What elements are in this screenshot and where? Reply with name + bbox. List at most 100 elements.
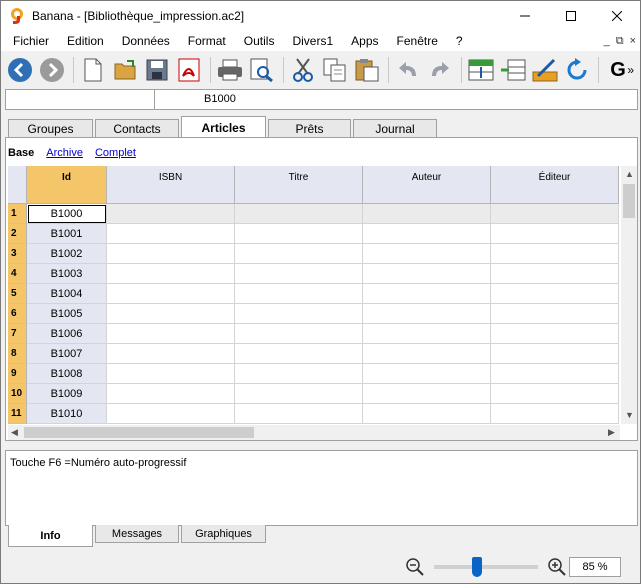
- cell-id[interactable]: B1007: [27, 344, 107, 364]
- scroll-right-icon[interactable]: ▶: [608, 427, 615, 438]
- zoom-in-icon[interactable]: [548, 558, 566, 576]
- cell-address-field[interactable]: [6, 90, 155, 109]
- open-button[interactable]: [110, 54, 140, 86]
- cell-isbn[interactable]: [107, 224, 235, 244]
- pdf-button[interactable]: [174, 54, 204, 86]
- view-base[interactable]: Base: [8, 147, 34, 159]
- cell-auteur[interactable]: [363, 264, 491, 284]
- cell-isbn[interactable]: [107, 244, 235, 264]
- cell-auteur[interactable]: [363, 204, 491, 224]
- column-header-auteur[interactable]: Auteur: [363, 166, 491, 204]
- cut-button[interactable]: [288, 54, 318, 86]
- cell-editeur[interactable]: [491, 404, 619, 424]
- tab-messages[interactable]: Messages: [95, 525, 179, 543]
- column-header-id[interactable]: Id: [27, 166, 107, 204]
- cell-content-field[interactable]: B1000: [204, 93, 236, 105]
- menu-donnees[interactable]: Données: [113, 31, 179, 51]
- tab-info[interactable]: Info: [8, 525, 93, 547]
- cell-titre[interactable]: [235, 224, 363, 244]
- cell-isbn[interactable]: [107, 284, 235, 304]
- cell-editeur[interactable]: [491, 344, 619, 364]
- column-header-editeur[interactable]: Éditeur: [491, 166, 619, 204]
- cell-auteur[interactable]: [363, 244, 491, 264]
- grid-corner[interactable]: [8, 166, 27, 204]
- cell-auteur[interactable]: [363, 324, 491, 344]
- cell-titre[interactable]: [235, 304, 363, 324]
- row-number[interactable]: 5: [8, 284, 27, 304]
- cell-isbn[interactable]: [107, 264, 235, 284]
- cell-titre[interactable]: [235, 384, 363, 404]
- cell-id[interactable]: B1008: [27, 364, 107, 384]
- menu-edition[interactable]: Edition: [58, 31, 113, 51]
- cell-editeur[interactable]: [491, 264, 619, 284]
- copy-button[interactable]: [320, 54, 350, 86]
- menu-outils[interactable]: Outils: [235, 31, 284, 51]
- cell-isbn[interactable]: [107, 344, 235, 364]
- edit-cell-button[interactable]: [530, 54, 560, 86]
- cell-titre[interactable]: [235, 324, 363, 344]
- minimize-button[interactable]: [502, 1, 548, 31]
- forward-button[interactable]: [37, 54, 67, 86]
- cell-titre[interactable]: [235, 244, 363, 264]
- horizontal-scroll-thumb[interactable]: [24, 427, 254, 438]
- tab-prets[interactable]: Prêts: [268, 119, 351, 138]
- cell-auteur[interactable]: [363, 344, 491, 364]
- menu-divers1[interactable]: Divers1: [283, 31, 342, 51]
- cell-titre[interactable]: [235, 204, 363, 224]
- row-number[interactable]: 6: [8, 304, 27, 324]
- cell-titre[interactable]: [235, 404, 363, 424]
- refresh-button[interactable]: [562, 54, 592, 86]
- cell-auteur[interactable]: [363, 304, 491, 324]
- back-button[interactable]: [5, 54, 35, 86]
- cell-auteur[interactable]: [363, 224, 491, 244]
- toolbar-overflow-button[interactable]: »: [627, 63, 634, 77]
- cell-titre[interactable]: [235, 364, 363, 384]
- cell-id[interactable]: B1001: [27, 224, 107, 244]
- zoom-value-field[interactable]: 85 %: [569, 557, 621, 577]
- cell-isbn[interactable]: [107, 324, 235, 344]
- cell-id[interactable]: B1009: [27, 384, 107, 404]
- view-archive[interactable]: Archive: [46, 147, 83, 159]
- mdi-minimize-button[interactable]: _: [604, 35, 610, 47]
- mdi-close-button[interactable]: ×: [630, 35, 636, 47]
- cell-editeur[interactable]: [491, 204, 619, 224]
- zoom-out-icon[interactable]: [406, 558, 424, 576]
- insert-rows-button[interactable]: [466, 54, 496, 86]
- tab-articles[interactable]: Articles: [181, 116, 266, 138]
- zoom-slider[interactable]: [434, 557, 538, 577]
- cell-id[interactable]: B1000: [27, 204, 107, 224]
- cell-auteur[interactable]: [363, 384, 491, 404]
- scroll-down-icon[interactable]: ▼: [625, 410, 634, 420]
- cell-id[interactable]: B1002: [27, 244, 107, 264]
- mdi-restore-button[interactable]: ⧉: [616, 35, 624, 48]
- cell-editeur[interactable]: [491, 364, 619, 384]
- row-number[interactable]: 9: [8, 364, 27, 384]
- menu-fichier[interactable]: Fichier: [1, 31, 58, 51]
- column-header-titre[interactable]: Titre: [235, 166, 363, 204]
- cell-id[interactable]: B1003: [27, 264, 107, 284]
- cell-isbn[interactable]: [107, 404, 235, 424]
- cell-titre[interactable]: [235, 344, 363, 364]
- new-file-button[interactable]: [78, 54, 108, 86]
- tab-groupes[interactable]: Groupes: [8, 119, 93, 138]
- paste-button[interactable]: [352, 54, 382, 86]
- row-number[interactable]: 8: [8, 344, 27, 364]
- redo-button[interactable]: [425, 54, 455, 86]
- cell-id[interactable]: B1006: [27, 324, 107, 344]
- row-number[interactable]: 4: [8, 264, 27, 284]
- tab-contacts[interactable]: Contacts: [95, 119, 179, 138]
- zoom-slider-thumb[interactable]: [471, 557, 482, 577]
- cell-editeur[interactable]: [491, 324, 619, 344]
- view-complet[interactable]: Complet: [95, 147, 136, 159]
- row-number[interactable]: 7: [8, 324, 27, 344]
- maximize-button[interactable]: [548, 1, 594, 31]
- save-button[interactable]: [142, 54, 172, 86]
- cell-auteur[interactable]: [363, 364, 491, 384]
- cell-editeur[interactable]: [491, 384, 619, 404]
- scroll-left-icon[interactable]: ◀: [11, 427, 18, 438]
- tab-graphiques[interactable]: Graphiques: [181, 525, 266, 543]
- tab-journal[interactable]: Journal: [353, 119, 437, 138]
- cell-editeur[interactable]: [491, 244, 619, 264]
- vertical-scrollbar[interactable]: ▲ ▼: [621, 166, 637, 424]
- row-number[interactable]: 10: [8, 384, 27, 404]
